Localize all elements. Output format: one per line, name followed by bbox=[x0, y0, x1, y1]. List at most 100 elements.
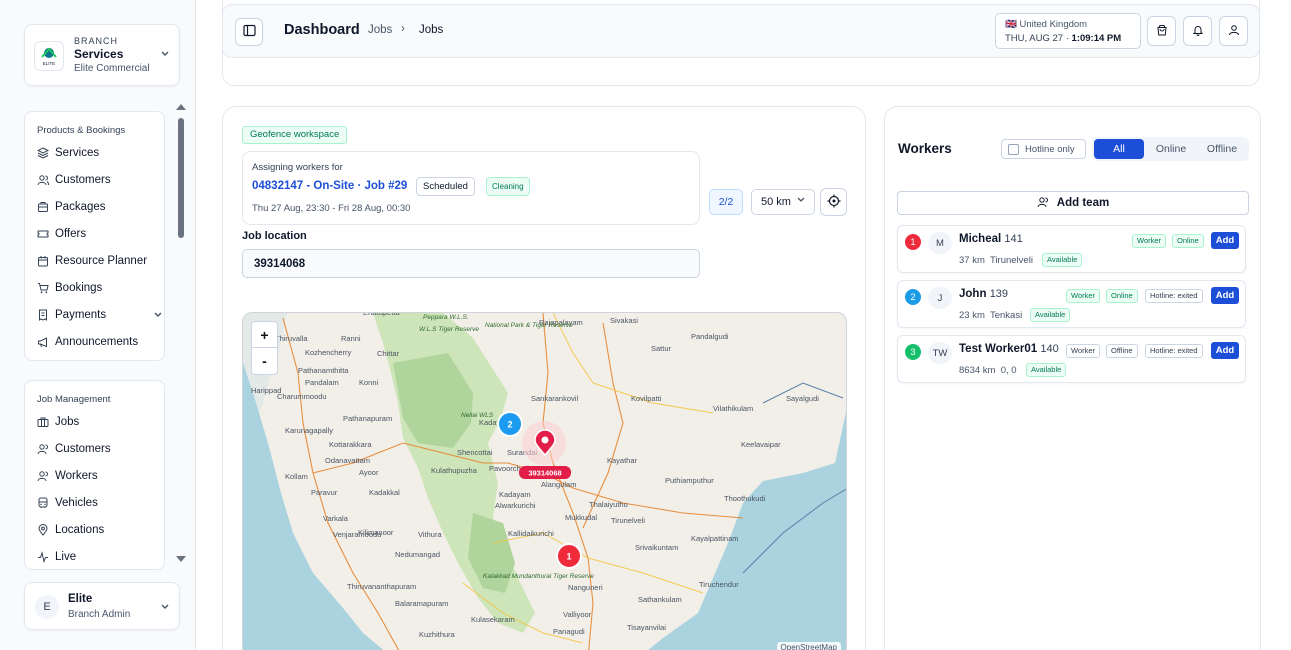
filter-all[interactable]: All bbox=[1094, 139, 1144, 159]
map-canvas[interactable]: ErattupettaRajapalayamSivakasiThiruvalla… bbox=[243, 313, 847, 650]
sidebar-item-services[interactable]: Services bbox=[37, 144, 159, 162]
map-place-label: Tiruchendur bbox=[699, 580, 739, 589]
sidebar-item-locations[interactable]: Locations bbox=[37, 521, 159, 539]
sidebar-item-label: Packages bbox=[55, 201, 106, 213]
worker-id: 141 bbox=[1004, 233, 1023, 245]
svg-text:39314068: 39314068 bbox=[528, 469, 561, 478]
branch-switcher[interactable]: ELITE BRANCH Services Elite Commercial bbox=[24, 24, 180, 86]
user-menu[interactable]: E Elite Branch Admin bbox=[24, 582, 180, 630]
worker-name: Test Worker01 140 bbox=[959, 343, 1059, 355]
sidebar-item-jobs[interactable]: Jobs bbox=[37, 413, 159, 431]
worker-name-text: Micheal bbox=[959, 233, 1002, 245]
chevron-down-icon bbox=[160, 601, 170, 614]
breadcrumb-jobs[interactable]: Jobs bbox=[368, 24, 392, 36]
map-place-label: Chittar bbox=[377, 349, 400, 358]
users-icon bbox=[37, 443, 49, 455]
map-place-label: Valliyoor bbox=[563, 610, 592, 619]
map-park-label: W.L.S Tiger Reserve bbox=[419, 326, 479, 333]
sidebar-toggle-button[interactable] bbox=[235, 18, 263, 46]
layers-icon bbox=[37, 147, 49, 159]
sidebar-scrollbar[interactable] bbox=[176, 104, 186, 566]
worker-row[interactable]: 1 M Micheal 141 37 km Tirunelveli Availa… bbox=[897, 225, 1246, 273]
online-status-badge: Online bbox=[1106, 289, 1138, 303]
worker-row[interactable]: 3 TW Test Worker01 140 8634 km 0, 0 Avai… bbox=[897, 335, 1246, 383]
worker-cluster-marker[interactable]: 1 bbox=[556, 543, 582, 569]
map-place-label: Pathanapuram bbox=[343, 414, 392, 423]
add-worker-button[interactable]: Add bbox=[1211, 342, 1239, 359]
profile-button[interactable] bbox=[1219, 16, 1248, 46]
sidebar-item-payments[interactable]: Payments bbox=[37, 306, 162, 324]
scroll-up-arrow[interactable] bbox=[176, 104, 186, 110]
job-location-label: 39314068 bbox=[519, 466, 571, 479]
filter-online[interactable]: Online bbox=[1146, 139, 1196, 159]
map-place-label: Vithura bbox=[418, 530, 442, 539]
map-place-label: Mukkudal bbox=[565, 513, 597, 522]
sidebar-item-customers[interactable]: Customers bbox=[37, 440, 159, 458]
worker-name: Micheal 141 bbox=[959, 233, 1023, 245]
branch-name: Services bbox=[74, 47, 124, 61]
worker-row[interactable]: 2 J John 139 23 km Tenkasi Available Wor… bbox=[897, 280, 1246, 328]
uk-flag-icon: 🇬🇧 bbox=[1005, 19, 1017, 30]
worker-place: Tenkasi bbox=[989, 310, 1023, 321]
location-input[interactable] bbox=[242, 249, 700, 278]
role-badge: Worker bbox=[1066, 289, 1101, 303]
map-place-label: Kottarakkara bbox=[329, 440, 372, 449]
map-place-label: Kadakkal bbox=[369, 488, 400, 497]
clock-datetime-line: THU, AUG 27 · 1:09:14 PM bbox=[1005, 33, 1121, 44]
sidebar-item-bookings[interactable]: Bookings bbox=[37, 279, 159, 297]
activity-icon bbox=[37, 551, 49, 563]
users-icon bbox=[37, 174, 49, 186]
top-header: Dashboard Jobs › Jobs 🇬🇧 United Kingdom … bbox=[222, 4, 1260, 58]
worker-cluster-marker[interactable]: 2 bbox=[497, 411, 523, 437]
sidebar-item-packages[interactable]: Packages bbox=[37, 198, 159, 216]
add-worker-button[interactable]: Add bbox=[1211, 287, 1239, 304]
map-place-label: Puthiamputhur bbox=[665, 476, 714, 485]
filter-offline[interactable]: Offline bbox=[1197, 139, 1247, 159]
assigned-count-button[interactable]: 2/2 bbox=[709, 189, 743, 215]
worker-name-text: John bbox=[959, 288, 987, 300]
sidebar-item-announcements[interactable]: Announcements bbox=[37, 333, 159, 351]
status-filter: All Online Offline bbox=[1092, 137, 1249, 161]
sidebar-item-customers[interactable]: Customers bbox=[37, 171, 159, 189]
branch-subtitle: Elite Commercial bbox=[74, 63, 150, 74]
add-team-button[interactable]: Add team bbox=[897, 191, 1249, 215]
map[interactable]: ErattupettaRajapalayamSivakasiThiruvalla… bbox=[242, 312, 847, 650]
radius-value: 50 km bbox=[761, 196, 791, 208]
sidebar-item-resource-planner[interactable]: Resource Planner bbox=[37, 252, 159, 270]
box-icon bbox=[37, 201, 49, 213]
ticket-icon bbox=[37, 228, 49, 240]
scroll-thumb[interactable] bbox=[178, 118, 184, 238]
avatar: TW bbox=[928, 342, 952, 364]
scroll-down-arrow[interactable] bbox=[176, 556, 186, 562]
zoom-in-button[interactable]: + bbox=[252, 322, 277, 348]
job-link[interactable]: 04832147 - On-Site · Job #29 bbox=[252, 180, 407, 192]
radius-select[interactable]: 50 km bbox=[751, 189, 815, 215]
hotline-only-checkbox[interactable]: Hotline only bbox=[1001, 139, 1086, 159]
category-badge: Cleaning bbox=[486, 177, 530, 196]
availability-badge: Available bbox=[1030, 308, 1071, 322]
map-attribution[interactable]: OpenStreetMap bbox=[776, 642, 841, 650]
map-place-label: Tisayanvilai bbox=[627, 623, 666, 632]
timezone-clock[interactable]: 🇬🇧 United Kingdom THU, AUG 27 · 1:09:14 … bbox=[995, 13, 1141, 49]
notifications-button[interactable] bbox=[1183, 16, 1212, 46]
sidebar-item-label: Live bbox=[55, 551, 77, 563]
map-place-label: Ranni bbox=[341, 334, 361, 343]
page-title: Dashboard bbox=[284, 22, 360, 38]
worker-place: Tirunelveli bbox=[989, 255, 1033, 266]
sidebar-item-live[interactable]: Live bbox=[37, 548, 159, 566]
add-worker-button[interactable]: Add bbox=[1211, 232, 1239, 249]
map-place-label: Karunagapally bbox=[285, 426, 333, 435]
sidebar-item-vehicles[interactable]: Vehicles bbox=[37, 494, 159, 512]
branch-kicker: BRANCH bbox=[74, 36, 119, 46]
map-place-label: Konni bbox=[359, 378, 379, 387]
worker-name-text: Test Worker01 bbox=[959, 343, 1038, 355]
zoom-out-button[interactable]: - bbox=[252, 348, 277, 374]
map-place-label: Kadayam bbox=[499, 490, 531, 499]
map-place-label: Nanguneri bbox=[568, 583, 603, 592]
clock-separator: · bbox=[1065, 33, 1069, 44]
sidebar-item-workers[interactable]: Workers bbox=[37, 467, 159, 485]
orders-button[interactable] bbox=[1147, 16, 1176, 46]
map-place-label: Sivakasi bbox=[610, 316, 638, 325]
sidebar-item-offers[interactable]: Offers bbox=[37, 225, 159, 243]
locate-button[interactable] bbox=[820, 188, 847, 216]
